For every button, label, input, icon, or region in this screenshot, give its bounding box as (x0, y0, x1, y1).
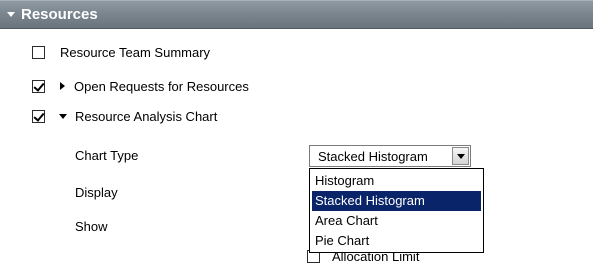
show-label-row: Show (75, 217, 108, 235)
chart-type-label: Chart Type (75, 147, 139, 163)
resource-analysis-chart-label: Resource Analysis Chart (75, 108, 218, 124)
dropdown-button[interactable] (452, 147, 469, 165)
open-requests-row: Open Requests for Resources (32, 77, 249, 95)
display-label-row: Display (75, 183, 118, 201)
open-requests-checkbox[interactable] (32, 79, 45, 93)
option-histogram[interactable]: Histogram (310, 171, 483, 191)
section-header-resources[interactable]: Resources (0, 0, 593, 29)
chevron-down-icon (456, 153, 465, 159)
chart-type-select[interactable]: Stacked Histogram (309, 145, 471, 167)
chart-type-dropdown-list: Histogram Stacked Histogram Area Chart P… (309, 168, 484, 253)
display-label: Display (75, 184, 118, 200)
resource-analysis-chart-row: Resource Analysis Chart (32, 107, 217, 125)
expand-arrow-icon[interactable] (60, 82, 65, 90)
option-pie-chart[interactable]: Pie Chart (310, 231, 483, 251)
resource-analysis-chart-checkbox[interactable] (32, 109, 45, 123)
collapse-arrow-icon[interactable] (7, 12, 15, 17)
open-requests-label: Open Requests for Resources (74, 78, 249, 94)
section-title: Resources (21, 6, 98, 23)
show-label: Show (75, 218, 108, 234)
collapse-arrow-icon[interactable] (59, 113, 67, 119)
resource-team-summary-row: Resource Team Summary (32, 43, 210, 61)
option-stacked-histogram[interactable]: Stacked Histogram (312, 191, 481, 211)
resource-team-summary-checkbox[interactable] (32, 45, 45, 59)
chart-type-select-value: Stacked Histogram (318, 148, 428, 164)
resource-team-summary-label: Resource Team Summary (60, 44, 211, 60)
option-area-chart[interactable]: Area Chart (310, 211, 483, 231)
chart-type-label-row: Chart Type (75, 146, 138, 164)
